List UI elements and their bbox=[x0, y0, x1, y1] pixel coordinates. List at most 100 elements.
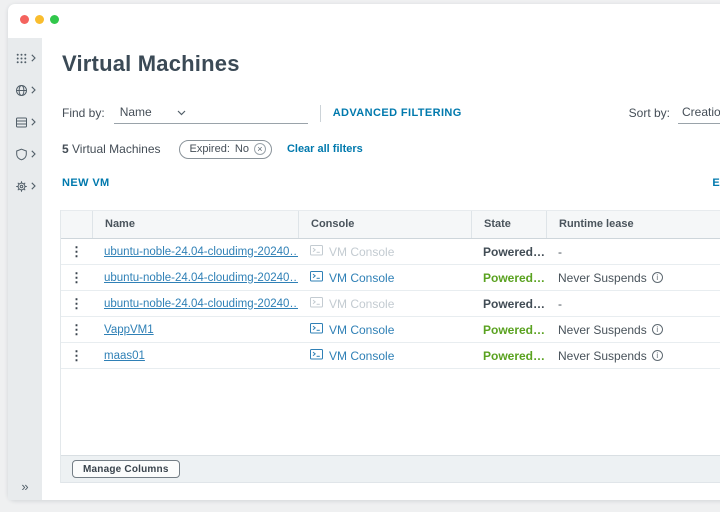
vm-name-link[interactable]: ubuntu-noble-24.04-cloudimg-20240… bbox=[104, 246, 298, 258]
kebab-menu-icon[interactable]: ⋮ bbox=[70, 323, 83, 336]
remove-filter-icon[interactable]: × bbox=[254, 143, 266, 155]
kebab-menu-icon[interactable]: ⋮ bbox=[70, 297, 83, 310]
name-cell: ubuntu-noble-24.04-cloudimg-20240… bbox=[92, 272, 298, 284]
vm-name-link[interactable]: ubuntu-noble-24.04-cloudimg-20240… bbox=[104, 272, 298, 284]
find-by-label: Find by: bbox=[62, 106, 105, 120]
table-row: ⋮ ubuntu-noble-24.04-cloudimg-20240… VM … bbox=[61, 265, 720, 291]
filter-chip-expired: Expired: No × bbox=[179, 140, 272, 159]
console-cell: VM Console bbox=[298, 349, 471, 363]
row-actions-cell: ⋮ bbox=[61, 271, 92, 284]
close-window-button[interactable] bbox=[20, 15, 29, 24]
vm-console-link[interactable]: VM Console bbox=[329, 245, 394, 259]
header-cell-runtime-lease[interactable]: Runtime lease bbox=[546, 211, 720, 238]
kebab-menu-icon[interactable]: ⋮ bbox=[70, 349, 83, 362]
kebab-menu-icon[interactable]: ⋮ bbox=[70, 245, 83, 258]
traffic-lights bbox=[20, 15, 59, 24]
info-icon[interactable]: i bbox=[652, 272, 663, 283]
info-icon[interactable]: i bbox=[652, 350, 663, 361]
vm-console-icon bbox=[310, 245, 323, 259]
sidebar-item-networking[interactable] bbox=[8, 138, 42, 170]
runtime-lease-cell: Never Suspends i bbox=[546, 349, 720, 363]
advanced-filtering-link[interactable]: ADVANCED FILTERING bbox=[333, 107, 462, 119]
sidebar-item-applications[interactable] bbox=[8, 42, 42, 74]
sort-by-selected-value: Creation bbox=[682, 105, 720, 119]
kebab-menu-icon[interactable]: ⋮ bbox=[70, 271, 83, 284]
vm-state: Powered… bbox=[483, 323, 545, 337]
console-cell: VM Console bbox=[298, 323, 471, 337]
clear-all-filters-link[interactable]: Clear all filters bbox=[287, 143, 363, 155]
window-titlebar bbox=[8, 4, 720, 38]
page-title: Virtual Machines bbox=[62, 51, 240, 77]
chevron-right-icon bbox=[31, 182, 36, 190]
state-cell: Powered… bbox=[471, 245, 546, 259]
vm-name-link[interactable]: maas01 bbox=[104, 350, 145, 362]
new-vm-button[interactable]: NEW VM bbox=[62, 177, 110, 192]
main-content: Virtual Machines Find by: Name ADVANCED … bbox=[42, 38, 720, 500]
header-cell-name[interactable]: Name bbox=[92, 211, 298, 238]
filter-toolbar: Find by: Name ADVANCED FILTERING Sort by… bbox=[62, 100, 720, 126]
runtime-lease-text: - bbox=[558, 297, 562, 311]
vm-console-link[interactable]: VM Console bbox=[329, 323, 394, 337]
vm-console-link[interactable]: VM Console bbox=[329, 271, 394, 285]
left-nav-rail: » bbox=[8, 38, 42, 500]
console-cell: VM Console bbox=[298, 297, 471, 311]
name-cell: VappVM1 bbox=[92, 324, 298, 336]
runtime-lease-cell: - bbox=[546, 297, 720, 311]
sidebar-item-datacenters[interactable] bbox=[8, 74, 42, 106]
runtime-lease-text: Never Suspends bbox=[558, 271, 647, 285]
active-filters-bar: 5 Virtual Machines Expired: No × Clear a… bbox=[62, 139, 363, 159]
header-cell-console[interactable]: Console bbox=[298, 211, 471, 238]
runtime-lease-cell: Never Suspends i bbox=[546, 323, 720, 337]
info-icon[interactable]: i bbox=[652, 324, 663, 335]
zoom-window-button[interactable] bbox=[50, 15, 59, 24]
vm-console-link[interactable]: VM Console bbox=[329, 349, 394, 363]
datacenters-globe-icon bbox=[15, 84, 28, 97]
grid-action-bar: NEW VM EXPORT bbox=[62, 177, 720, 192]
row-actions-cell: ⋮ bbox=[61, 245, 92, 258]
find-by-selected-value: Name bbox=[120, 105, 152, 119]
runtime-lease-text: - bbox=[558, 245, 562, 259]
vm-datagrid: Name Console State Runtime lease ⋮ ubunt… bbox=[60, 210, 720, 483]
table-row: ⋮ ubuntu-noble-24.04-cloudimg-20240… VM … bbox=[61, 291, 720, 317]
filter-chip-label: Expired: bbox=[190, 143, 230, 155]
find-by-select[interactable]: Name bbox=[114, 102, 190, 124]
vm-state: Powered… bbox=[483, 245, 545, 259]
sort-by-select[interactable]: Creation bbox=[678, 102, 720, 124]
state-cell: Powered… bbox=[471, 271, 546, 285]
runtime-lease-cell: Never Suspends i bbox=[546, 271, 720, 285]
vm-console-link[interactable]: VM Console bbox=[329, 297, 394, 311]
app-window: » Virtual Machines Find by: Name ADVANCE… bbox=[8, 4, 720, 500]
row-actions-cell: ⋮ bbox=[61, 323, 92, 336]
table-header: Name Console State Runtime lease bbox=[61, 210, 720, 239]
state-cell: Powered… bbox=[471, 323, 546, 337]
settings-gear-icon bbox=[15, 180, 28, 193]
vm-name-link[interactable]: ubuntu-noble-24.04-cloudimg-20240… bbox=[104, 298, 298, 310]
shield-icon bbox=[15, 148, 28, 161]
runtime-lease-cell: - bbox=[546, 245, 720, 259]
find-by-search-input[interactable] bbox=[190, 103, 308, 124]
manage-columns-button[interactable]: Manage Columns bbox=[72, 460, 180, 478]
chevron-down-icon bbox=[177, 105, 186, 119]
vm-console-icon bbox=[310, 323, 323, 337]
runtime-lease-text: Never Suspends bbox=[558, 323, 647, 337]
header-cell-state[interactable]: State bbox=[471, 211, 546, 238]
vm-name-link[interactable]: VappVM1 bbox=[104, 324, 154, 336]
sidebar-expand-button[interactable]: » bbox=[8, 479, 42, 494]
vm-state: Powered… bbox=[483, 271, 545, 285]
export-button[interactable]: EXPORT bbox=[712, 177, 720, 192]
sidebar-item-administration[interactable] bbox=[8, 170, 42, 202]
table-footer: Manage Columns bbox=[61, 455, 720, 483]
console-cell: VM Console bbox=[298, 245, 471, 259]
console-cell: VM Console bbox=[298, 271, 471, 285]
name-cell: ubuntu-noble-24.04-cloudimg-20240… bbox=[92, 246, 298, 258]
state-cell: Powered… bbox=[471, 349, 546, 363]
storage-stack-icon bbox=[15, 116, 28, 129]
table-row: ⋮ maas01 VM Console Powered… Never Suspe… bbox=[61, 343, 720, 369]
table-empty-area bbox=[61, 369, 720, 455]
toolbar-divider bbox=[320, 105, 321, 122]
sort-by-group: Sort by: Creation bbox=[629, 102, 720, 124]
sidebar-item-storage[interactable] bbox=[8, 106, 42, 138]
table-row: ⋮ ubuntu-noble-24.04-cloudimg-20240… VM … bbox=[61, 239, 720, 265]
minimize-window-button[interactable] bbox=[35, 15, 44, 24]
result-count-number: 5 bbox=[62, 142, 69, 156]
